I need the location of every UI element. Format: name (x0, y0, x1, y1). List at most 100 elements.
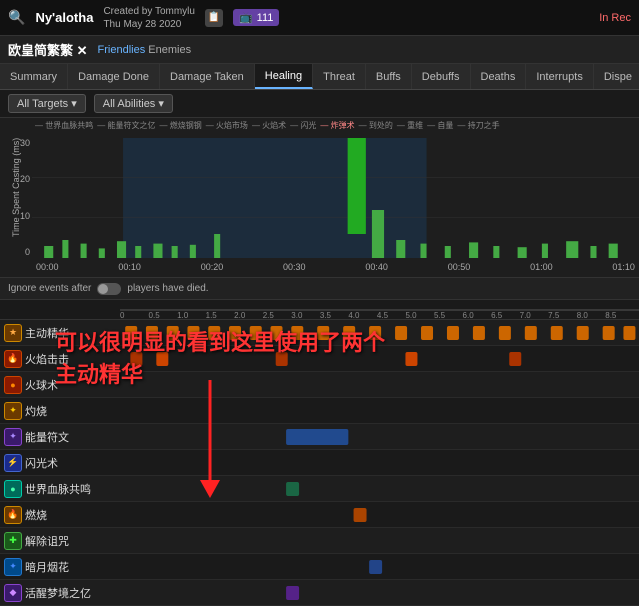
legend-label-3: — 火焰市场 (206, 120, 248, 131)
filter-bar: All Targets ▾ All Abilities ▾ (0, 90, 639, 118)
x-axis: 00:00 00:10 00:20 00:30 00:40 00:50 01:0… (32, 257, 639, 277)
legend-label-0: — 世界血脉共鸣 (35, 120, 93, 131)
enemies-tab[interactable]: Enemies (148, 44, 191, 56)
ability-name-4: 能量符文 (25, 429, 120, 445)
twitch-icon: 📺 (239, 11, 253, 24)
ability-icon-8: ✚ (4, 532, 22, 550)
tab-dispe[interactable]: Dispe (594, 64, 639, 89)
all-targets-btn[interactable]: All Targets ▾ (8, 94, 86, 113)
svg-text:7.0: 7.0 (520, 311, 532, 320)
tab-damage-done[interactable]: Damage Done (68, 64, 160, 89)
svg-text:3.5: 3.5 (320, 311, 332, 320)
ignore-text2: players have died. (127, 283, 208, 294)
legend-label-5: — 闪光 (290, 120, 316, 131)
timeline-svg: 0 0.5 1.0 1.5 2.0 2.5 3.0 3.5 4.0 4.5 5.… (120, 300, 639, 320)
creator-info: Created by Tommylu Thu May 28 2020 (103, 5, 195, 31)
ability-timeline-3 (120, 398, 639, 423)
twitch-badge[interactable]: 📺 111 (233, 9, 279, 26)
ability-icon-6: ● (4, 480, 22, 498)
tab-debuffs[interactable]: Debuffs (412, 64, 471, 89)
x-tick-5: 00:50 (448, 262, 471, 272)
x-tick-2: 00:20 (201, 262, 224, 272)
legend-label-8: — 重维 (397, 120, 423, 131)
tab-damage-taken[interactable]: Damage Taken (160, 64, 255, 89)
ability-timeline-6 (120, 476, 639, 501)
legend-label-7: — 到处的 (359, 120, 393, 131)
timeline-section: 0 0.5 1.0 1.5 2.0 2.5 3.0 3.5 4.0 4.5 5.… (0, 300, 639, 320)
ability-timeline-9 (120, 554, 639, 579)
tab-healing[interactable]: Healing (255, 64, 313, 89)
ability-row-5: ⚡ 闪光术 (0, 450, 639, 476)
ability-name-10: 活醒梦境之亿 (25, 585, 120, 601)
timeline-events-10 (120, 580, 639, 605)
raid-name: 欧皇简繁繁 ✕ (8, 40, 88, 59)
timeline-events-9 (120, 554, 639, 579)
x-tick-4: 00:40 (365, 262, 388, 272)
tab-interrupts[interactable]: Interrupts (526, 64, 593, 89)
ability-rows: ★ 主动精华 (0, 320, 639, 606)
ability-name-0: 主动精华 (25, 325, 120, 341)
svg-text:0.5: 0.5 (149, 311, 161, 320)
timeline-events-1 (120, 346, 639, 371)
ability-timeline-5 (120, 450, 639, 475)
ability-row-1: 🔥 火焰击击 (0, 346, 639, 372)
copy-icon[interactable]: 📋 (205, 9, 223, 27)
ability-name-3: 灼烧 (25, 403, 120, 419)
ability-row-8: ✚ 解除诅咒 (0, 528, 639, 554)
ability-timeline-1 (120, 346, 639, 371)
y-tick-20: 20 (20, 174, 30, 184)
ability-icon-2: ● (4, 376, 22, 394)
tab-threat[interactable]: Threat (313, 64, 366, 89)
ability-timeline-0 (120, 320, 639, 345)
svg-text:0: 0 (120, 311, 125, 320)
ability-icon-3: ✦ (4, 402, 22, 420)
ability-icon-5: ⚡ (4, 454, 22, 472)
chart-svg (32, 138, 639, 258)
svg-text:6.0: 6.0 (463, 311, 475, 320)
ignore-toggle[interactable] (97, 283, 121, 295)
ability-name-8: 解除诅咒 (25, 533, 120, 549)
ability-timeline-8 (120, 528, 639, 553)
tab-summary[interactable]: Summary (0, 64, 68, 89)
ignore-text: Ignore events after (8, 283, 91, 294)
ability-icon-9: ✦ (4, 558, 22, 576)
ability-timeline-10 (120, 580, 639, 605)
legend-label-9: — 自量 (427, 120, 453, 131)
raid-title: Ny'alotha (35, 10, 93, 25)
ability-row-4: ✦ 能量符文 (0, 424, 639, 450)
svg-text:1.0: 1.0 (177, 311, 189, 320)
x-tick-6: 01:00 (530, 262, 553, 272)
svg-text:5.0: 5.0 (405, 311, 417, 320)
tab-deaths[interactable]: Deaths (471, 64, 527, 89)
ability-section: ★ 主动精华 (0, 320, 639, 606)
search-icon[interactable]: 🔍 (8, 9, 25, 26)
ability-name-9: 暗月烟花 (25, 559, 120, 575)
ability-row-9: ✦ 暗月烟花 (0, 554, 639, 580)
tab-buffs[interactable]: Buffs (366, 64, 412, 89)
timeline-events-6 (120, 476, 639, 501)
y-tick-0: 0 (25, 247, 30, 257)
ability-icon-4: ✦ (4, 428, 22, 446)
svg-text:7.5: 7.5 (548, 311, 560, 320)
ability-icon-10: ◆ (4, 584, 22, 602)
friendlies-tab[interactable]: Friendlies (98, 44, 146, 56)
x-tick-3: 00:30 (283, 262, 306, 272)
timeline-ticks: 0 0.5 1.0 1.5 2.0 2.5 3.0 3.5 4.0 4.5 5.… (120, 300, 639, 320)
svg-text:5.5: 5.5 (434, 311, 446, 320)
ability-row-2: ● 火球术 (0, 372, 639, 398)
ability-row-10: ◆ 活醒梦境之亿 (0, 580, 639, 606)
ability-name-2: 火球术 (25, 377, 120, 393)
top-bar: 🔍 Ny'alotha Created by Tommylu Thu May 2… (0, 0, 639, 36)
all-abilities-btn[interactable]: All Abilities ▾ (94, 94, 173, 113)
ability-name-7: 燃烧 (25, 507, 120, 523)
timeline-events-0 (120, 320, 639, 345)
ability-name-1: 火焰击击 (25, 351, 120, 367)
ability-name-6: 世界血脉共鸣 (25, 481, 120, 497)
ability-timeline-2 (120, 372, 639, 397)
legend-label-4: — 火焰术 (252, 120, 286, 131)
x-tick-1: 00:10 (118, 262, 141, 272)
svg-text:3.0: 3.0 (291, 311, 303, 320)
svg-text:6.5: 6.5 (491, 311, 503, 320)
ability-row-0: ★ 主动精华 (0, 320, 639, 346)
legend-label-6: — 炸弹术 (320, 120, 354, 131)
